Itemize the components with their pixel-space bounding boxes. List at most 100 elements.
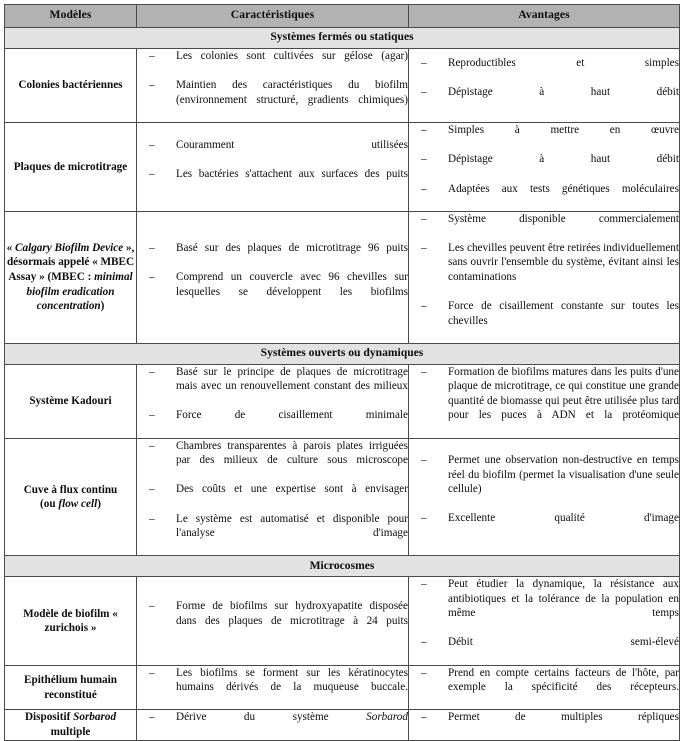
section-header-row: Microcosmes xyxy=(4,555,680,578)
dash-bullet-icon: – xyxy=(421,57,427,70)
list-item: – Permet une observation non-destructive … xyxy=(409,453,679,511)
dash-list: – Dérive du système Sorbarod xyxy=(137,710,408,739)
advantages-cell: – Reproductibles et simples – Dépistage à h… xyxy=(408,48,680,123)
dash-bullet-icon: – xyxy=(149,79,155,92)
dash-bullet-icon: – xyxy=(149,512,155,525)
list-item-text: Couramment utilisées xyxy=(176,138,408,151)
column-header-advantages: Avantages xyxy=(408,4,680,28)
list-item: – Excellente qualité d'image xyxy=(409,511,679,540)
dash-bullet-icon: – xyxy=(149,409,155,422)
list-item-text: Les bactéries s'attachent aux surfaces d… xyxy=(176,167,408,180)
list-item-text: Comprend un couvercle avec 96 chevilles … xyxy=(176,271,408,298)
dash-bullet-icon: – xyxy=(421,86,427,99)
list-item-text: Basé sur des plaques de microtitrage 96 … xyxy=(176,241,408,254)
list-item: – Comprend un couvercle avec 96 chevilles… xyxy=(137,270,408,313)
list-item: – Dépistage à haut débit xyxy=(409,152,679,181)
dash-bullet-icon: – xyxy=(149,241,155,254)
list-item-text: Chambres transparentes à parois plates i… xyxy=(176,439,408,467)
list-item: – Permet de multiples répliques xyxy=(409,710,679,739)
dash-list: – Formation de biofilms matures dans les … xyxy=(409,365,679,437)
dash-list: – Chambres transparentes à parois plates … xyxy=(137,439,408,555)
dash-bullet-icon: – xyxy=(421,454,427,467)
list-item-text: Peut étudier la dynamique, la résistance… xyxy=(448,578,679,620)
characteristics-cell: – Forme de biofilms sur hydroxyapatite di… xyxy=(136,576,409,666)
dash-bullet-icon: – xyxy=(421,666,427,679)
dash-list: – Reproductibles et simples – Dépistage à h… xyxy=(409,56,679,114)
list-item-text: Basé sur le principe de plaques de micro… xyxy=(176,365,408,393)
table-body: Systèmes fermés ou statiques Colonies bac… xyxy=(4,27,680,741)
list-item: – Forme de biofilms sur hydroxyapatite di… xyxy=(137,599,408,642)
list-item-text: Les chevilles peuvent être retirées indi… xyxy=(448,242,679,283)
advantages-cell: – Système disponible commercialement – Les … xyxy=(408,210,680,344)
list-item-text: Excellente qualité d'image xyxy=(448,512,679,525)
list-item: – Des coûts et une expertise sont à envis… xyxy=(137,482,408,511)
table-row: Dispositif Sorbarod multiple – Dérive du s… xyxy=(4,709,680,741)
list-item: – Reproductibles et simples xyxy=(409,56,679,85)
characteristics-cell: – Les biofilms se forment sur les kératin… xyxy=(136,664,409,711)
dash-list: – Système disponible commercialement – Les … xyxy=(409,212,679,343)
dash-bullet-icon: – xyxy=(149,483,155,496)
dash-list: – Forme de biofilms sur hydroxyapatite di… xyxy=(137,599,408,642)
dash-bullet-icon: – xyxy=(421,366,427,379)
table-row: Colonies bactériennes – Les colonies sont … xyxy=(4,48,680,123)
characteristics-cell: – Basé sur le principe de plaques de micr… xyxy=(136,363,409,439)
characteristics-cell: – Dérive du système Sorbarod xyxy=(136,709,409,741)
list-item: – Les biofilms se forment sur les kératin… xyxy=(137,666,408,709)
dash-list: – Permet une observation non-destructive … xyxy=(409,453,679,540)
table-header: Modèles Caractéristiques Avantages xyxy=(4,4,680,28)
list-item-text: Dépistage à haut débit xyxy=(448,153,679,166)
dash-list: – Prend en compte certains facteurs de l'… xyxy=(409,666,679,709)
advantages-cell: – Formation de biofilms matures dans les … xyxy=(408,363,680,439)
dash-list: – Basé sur le principe de plaques de micr… xyxy=(137,365,408,437)
list-item-text: Force de cisaillement minimale xyxy=(176,409,408,422)
dash-bullet-icon: – xyxy=(149,711,155,724)
list-item: – Le système est automatisé et disponible… xyxy=(137,512,408,555)
list-item-text: Permet de multiples répliques xyxy=(448,711,679,724)
list-item-text: Prend en compte certains facteurs de l'h… xyxy=(448,666,679,694)
dash-list: – Simples à mettre en œuvre – Dépistage à h… xyxy=(409,123,679,210)
list-item-text: Des coûts et une expertise sont à envisa… xyxy=(176,483,408,496)
list-item: – Simples à mettre en œuvre xyxy=(409,123,679,152)
model-name-cell: Plaques de microtitrage xyxy=(4,121,137,212)
document-page: Modèles Caractéristiques Avantages Systè… xyxy=(0,0,684,741)
section-title: Systèmes ouverts ou dynamiques xyxy=(4,342,680,365)
list-item-text: Forme de biofilms sur hydroxyapatite dis… xyxy=(176,600,408,627)
dash-bullet-icon: – xyxy=(149,167,155,180)
dash-bullet-icon: – xyxy=(421,512,427,525)
advantages-cell: – Prend en compte certains facteurs de l'… xyxy=(408,664,680,711)
list-item: – Les bactéries s'attachent aux surfaces … xyxy=(137,167,408,196)
dash-list: – Les colonies sont cultivées sur gélose … xyxy=(137,49,408,121)
list-item: – Les colonies sont cultivées sur gélose … xyxy=(137,49,408,78)
dash-bullet-icon: – xyxy=(149,439,155,452)
dash-bullet-icon: – xyxy=(421,242,427,255)
dash-list: – Basé sur des plaques de microtitrage 96… xyxy=(137,241,408,313)
dash-bullet-icon: – xyxy=(149,666,155,679)
advantages-cell: – Permet de multiples répliques xyxy=(408,709,680,741)
dash-bullet-icon: – xyxy=(421,711,427,724)
table-row: Modèle de biofilm « zurichois » – Forme de… xyxy=(4,576,680,666)
table-row: Cuve à flux continu (ou flow cell) – Chambr… xyxy=(4,437,680,557)
list-item: – Basé sur des plaques de microtitrage 96… xyxy=(137,241,408,270)
list-item-text: Dépistage à haut débit xyxy=(448,86,679,99)
table-header-row: Modèles Caractéristiques Avantages xyxy=(4,4,680,28)
table-row: Système Kadouri – Basé sur le principe de … xyxy=(4,363,680,439)
section-header-row: Systèmes fermés ou statiques xyxy=(4,27,680,49)
column-header-characteristics: Caractéristiques xyxy=(136,4,409,28)
dash-bullet-icon: – xyxy=(421,123,427,136)
section-title: Microcosmes xyxy=(4,555,680,578)
list-item: – Force de cisaillement minimale xyxy=(137,408,408,437)
list-item: – Couramment utilisées xyxy=(137,138,408,167)
model-name-cell: Cuve à flux continu (ou flow cell) xyxy=(4,437,137,557)
list-item-text: Simples à mettre en œuvre xyxy=(448,123,679,136)
list-item: – Les chevilles peuvent être retirées ind… xyxy=(409,241,679,299)
dash-list: – Couramment utilisées – Les bactéries s'at… xyxy=(137,138,408,196)
characteristics-cell: – Les colonies sont cultivées sur gélose … xyxy=(136,48,409,123)
characteristics-cell: – Chambres transparentes à parois plates … xyxy=(136,437,409,557)
list-item-text: Formation de biofilms matures dans les p… xyxy=(448,366,679,422)
dash-bullet-icon: – xyxy=(421,636,427,649)
model-name-cell: Epithélium humain reconstitué xyxy=(4,664,137,711)
list-item-text: Maintien des caractéristiques du biofilm… xyxy=(176,79,408,106)
model-name-cell: Colonies bactériennes xyxy=(4,48,137,123)
list-item: – Force de cisaillement constante sur tou… xyxy=(409,299,679,342)
list-item: – Formation de biofilms matures dans les … xyxy=(409,365,679,437)
